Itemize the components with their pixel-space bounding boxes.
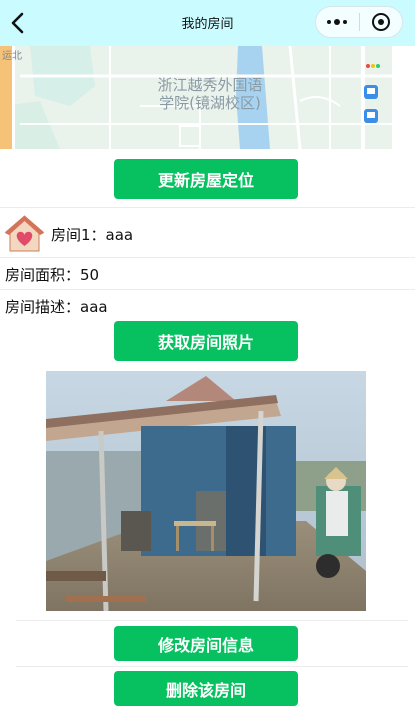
nav-bar: 我的房间 (0, 0, 415, 46)
room-photo-image (46, 371, 366, 611)
house-heart-icon (4, 215, 45, 252)
more-dots-icon[interactable] (316, 7, 359, 37)
room-header: 房间1：aaa (0, 209, 415, 257)
divider (16, 666, 408, 667)
divider (16, 620, 408, 621)
edit-room-button[interactable]: 修改房间信息 (114, 626, 298, 661)
get-photo-button[interactable]: 获取房间照片 (114, 321, 298, 361)
map-place-label: 浙江越秀外国语 学院(镜湖校区) (140, 76, 280, 112)
delete-room-button[interactable]: 删除该房间 (114, 671, 298, 706)
page: 我的房间 运北 浙江越秀外国语 学院(镜湖校区) 更新房屋定位 房间1：aaa … (0, 0, 415, 713)
map-place-label-line1: 浙江越秀外国语 (157, 76, 263, 94)
room-name: 房间1：aaa (51, 226, 134, 244)
room-area: 房间面积：50 (5, 266, 100, 284)
divider (0, 207, 415, 208)
room-description: 房间描述：aaa (5, 298, 108, 316)
close-button[interactable] (359, 7, 402, 37)
mini-program-capsule (315, 6, 403, 38)
divider (0, 257, 415, 258)
room-photo (46, 371, 366, 611)
divider (0, 289, 415, 290)
target-circle-icon (371, 13, 390, 31)
map-road-label: 运北 (2, 51, 22, 62)
map-place-label-line2: 学院(镜湖校区) (159, 94, 261, 112)
update-location-button[interactable]: 更新房屋定位 (114, 159, 298, 199)
location-map[interactable]: 运北 浙江越秀外国语 学院(镜湖校区) (0, 46, 392, 149)
